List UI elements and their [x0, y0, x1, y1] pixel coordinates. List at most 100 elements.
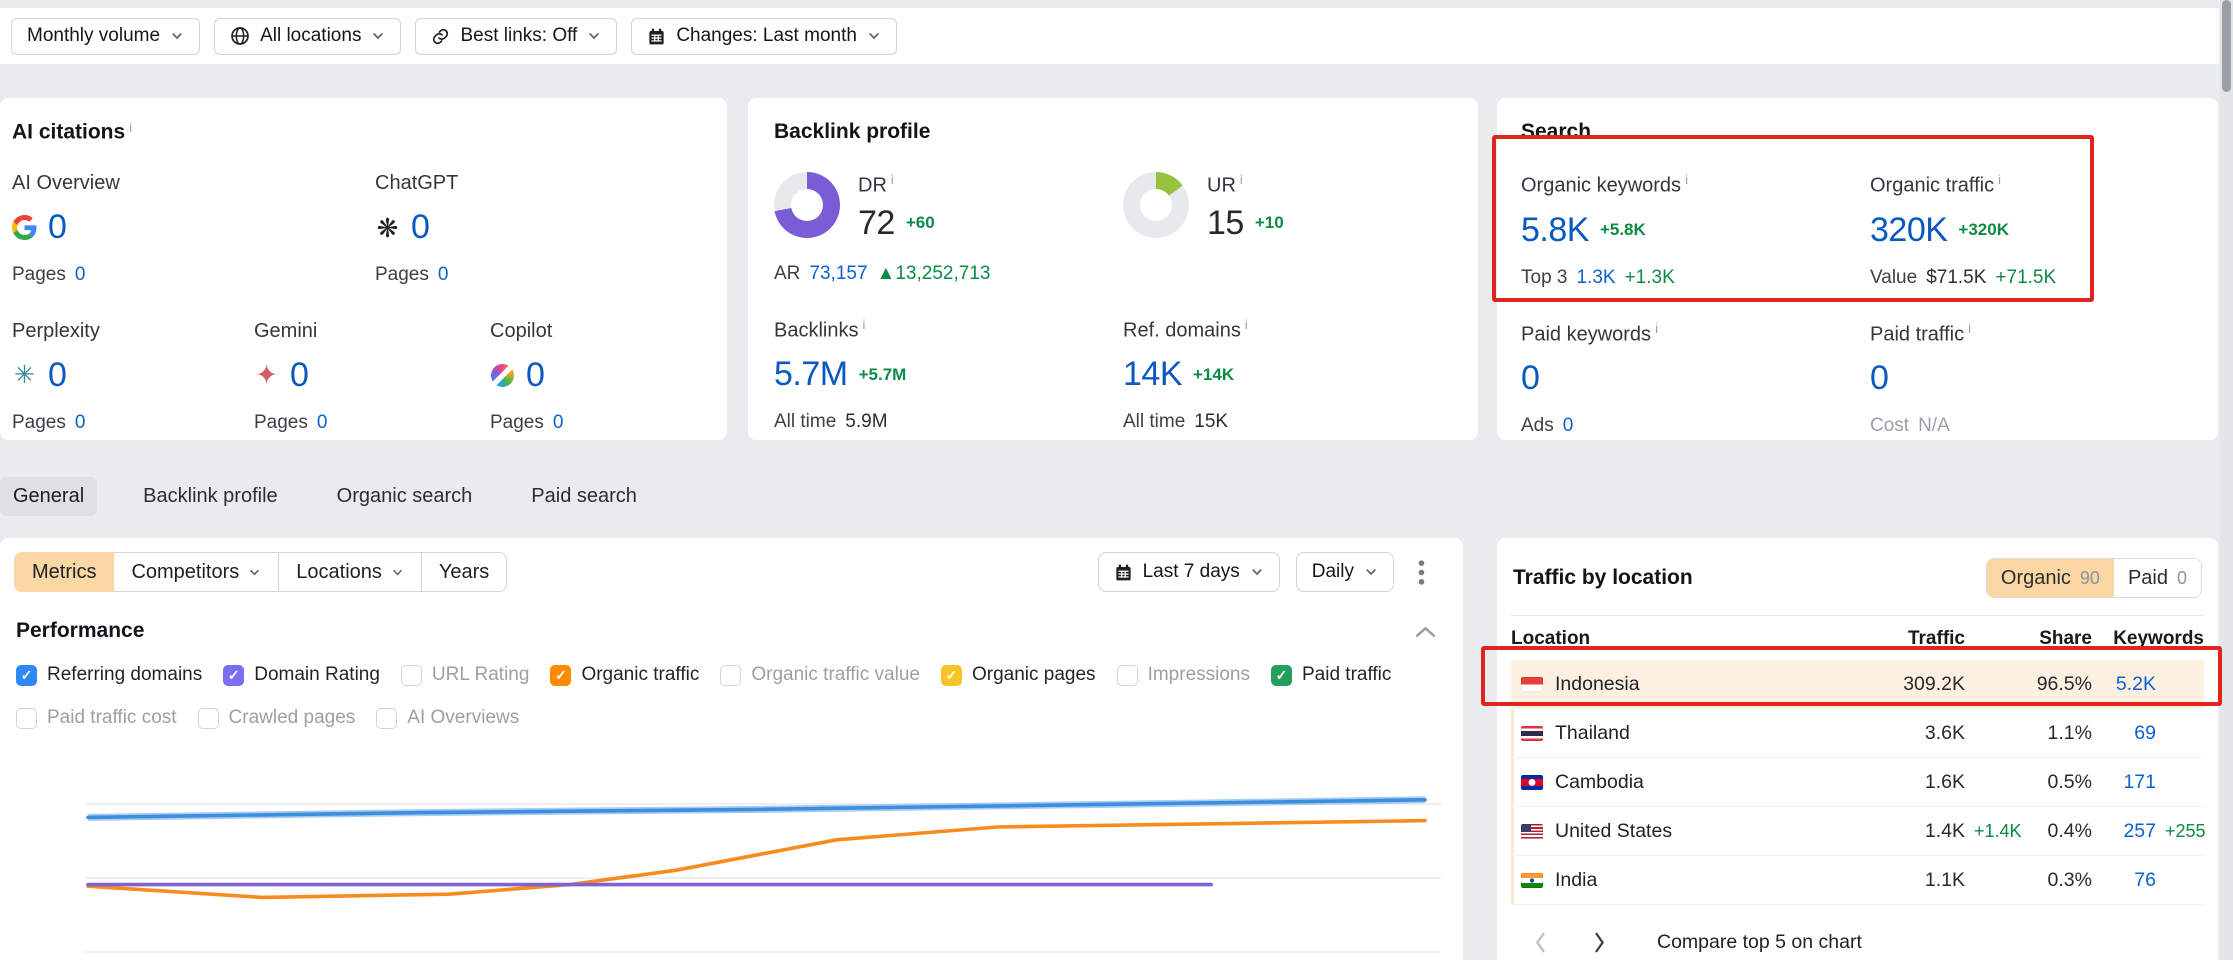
filter-toolbar: Monthly volume All locations Best links:…: [0, 8, 2219, 64]
table-row-th[interactable]: Thailand3.6K1.1%69: [1511, 709, 2204, 758]
tab-organic-search[interactable]: Organic search: [324, 477, 486, 516]
column-keywords[interactable]: Keywords: [2092, 628, 2204, 650]
metric-checkbox-url-rating[interactable]: URL Rating: [401, 664, 530, 686]
table-row-us[interactable]: United States1.4K+1.4K0.4%257+255: [1511, 807, 2204, 856]
table-row-in[interactable]: India1.1K0.3%76: [1511, 856, 2204, 905]
ar-value[interactable]: 73,157: [809, 263, 867, 285]
organic-traffic-block: Organic traffic 320K +320K Value $71.5K …: [1870, 172, 2194, 289]
metric-checkbox-referring-domains[interactable]: ✓Referring domains: [16, 664, 202, 686]
chatgpt-icon: ❋: [375, 215, 400, 240]
checkbox-icon: [720, 665, 741, 686]
metric-checkbox-domain-rating[interactable]: ✓Domain Rating: [223, 664, 380, 686]
share-value: 0.4%: [2025, 820, 2092, 843]
pages-link[interactable]: 0: [553, 412, 564, 434]
table-row-kh[interactable]: Cambodia1.6K0.5%171: [1511, 758, 2204, 807]
keywords-link[interactable]: 5.2K: [2092, 673, 2156, 696]
segment-metrics[interactable]: Metrics: [14, 552, 114, 592]
filter-label: All locations: [260, 25, 361, 47]
ads-link[interactable]: 0: [1563, 415, 1574, 437]
segment-locations[interactable]: Locations: [278, 552, 422, 592]
backlinks-value: 5.7M: [774, 355, 848, 394]
more-options-button[interactable]: [1410, 555, 1433, 590]
metric-checkbox-organic-pages[interactable]: ✓Organic pages: [941, 664, 1096, 686]
checkbox-icon: [401, 665, 422, 686]
pages-link[interactable]: 0: [75, 264, 86, 286]
ai-citations-row2: Perplexity ✳ 0 Pages0 Gemini ✦ 0 Pages0: [12, 320, 717, 434]
granularity-label: Daily: [1312, 561, 1354, 583]
pages-link[interactable]: 0: [438, 264, 449, 286]
chevron-down-icon: [1250, 565, 1264, 579]
checkbox-icon: [16, 708, 37, 729]
calendar-icon: [647, 27, 666, 46]
info-icon[interactable]: [1998, 172, 2001, 187]
organic-row: Organic keywords 5.8K +5.8K Top 3 1.3K +…: [1521, 172, 2194, 289]
paid-keywords-block: Paid keywords 0 Ads 0: [1521, 321, 1870, 438]
traffic-table: Location Traffic Share Keywords Indonesi…: [1511, 618, 2204, 905]
metric-value: 0: [290, 356, 308, 395]
info-icon[interactable]: [1245, 317, 1248, 332]
keywords-link[interactable]: 171: [2092, 771, 2156, 794]
column-share[interactable]: Share: [2025, 628, 2092, 650]
info-icon[interactable]: [862, 317, 865, 332]
top3-link[interactable]: 1.3K: [1576, 267, 1615, 289]
tab-general[interactable]: General: [0, 477, 97, 516]
info-icon[interactable]: [1655, 321, 1658, 336]
scrollbar-thumb[interactable]: [2222, 0, 2231, 92]
info-icon[interactable]: [891, 172, 894, 187]
info-icon[interactable]: [129, 120, 132, 135]
pages-link[interactable]: 0: [317, 412, 328, 434]
next-page-button[interactable]: [1583, 927, 1617, 958]
metric-checkbox-crawled-pages[interactable]: Crawled pages: [198, 707, 356, 729]
metric-gemini: Gemini ✦ 0 Pages0: [254, 320, 490, 434]
metric-value: 0: [411, 208, 429, 247]
date-range-picker[interactable]: Last 7 days: [1098, 552, 1280, 592]
metric-checkbox-impressions[interactable]: Impressions: [1117, 664, 1250, 686]
location-name: Cambodia: [1555, 771, 1644, 794]
prev-page-button[interactable]: [1523, 927, 1557, 958]
pages-link[interactable]: 0: [75, 412, 86, 434]
filter-changes[interactable]: Changes: Last month: [631, 18, 897, 55]
segment-years[interactable]: Years: [421, 552, 507, 592]
compare-top5-link[interactable]: Compare top 5 on chart: [1657, 931, 1862, 954]
backlinks-block: Backlinks 5.7M +5.7M All time5.9M: [774, 317, 1123, 434]
share-value: 96.5%: [2025, 673, 2092, 696]
keywords-link[interactable]: 257: [2092, 820, 2156, 843]
ref-domains-delta: +14K: [1193, 365, 1234, 385]
metric-checkbox-organic-traffic[interactable]: ✓Organic traffic: [550, 664, 699, 686]
filter-best-links[interactable]: Best links: Off: [415, 18, 617, 55]
metric-checkbox-paid-traffic[interactable]: ✓Paid traffic: [1271, 664, 1391, 686]
granularity-picker[interactable]: Daily: [1296, 552, 1394, 592]
metric-checkbox-organic-traffic-value[interactable]: Organic traffic value: [720, 664, 920, 686]
metric-value: 0: [48, 208, 66, 247]
tab-backlink-profile[interactable]: Backlink profile: [130, 477, 291, 516]
metric-label: AI Overview: [12, 172, 375, 195]
column-traffic[interactable]: Traffic: [1825, 628, 1965, 650]
metric-checkbox-paid-traffic-cost[interactable]: Paid traffic cost: [16, 707, 177, 729]
card-title: Backlink profile: [774, 120, 1452, 144]
filter-all-locations[interactable]: All locations: [214, 18, 401, 55]
sub-label: Value: [1870, 267, 1917, 289]
paid-count: 0: [2177, 568, 2187, 589]
metric-label: Organic keywords: [1521, 175, 1681, 197]
vertical-scrollbar[interactable]: [2220, 0, 2233, 960]
toggle-paid[interactable]: Paid 0: [2114, 559, 2201, 597]
segment-competitors[interactable]: Competitors: [113, 552, 279, 592]
metric-checkbox-ai-overviews[interactable]: AI Overviews: [376, 707, 519, 729]
keywords-link[interactable]: 69: [2092, 722, 2156, 745]
toggle-organic[interactable]: Organic 90: [1987, 559, 2114, 597]
filter-monthly-volume[interactable]: Monthly volume: [11, 18, 200, 55]
traffic-by-location-panel: Traffic by location Organic 90 Paid 0 Lo…: [1497, 538, 2218, 960]
tab-paid-search[interactable]: Paid search: [518, 477, 650, 516]
table-row-id[interactable]: Indonesia309.2K96.5%5.2K: [1511, 660, 2204, 709]
keywords-link[interactable]: 76: [2092, 869, 2156, 892]
info-icon[interactable]: [1685, 172, 1688, 187]
info-icon[interactable]: [1968, 321, 1971, 336]
backlink-profile-card: Backlink profile DR 72 +60: [748, 98, 1478, 440]
metric-copilot: Copilot 0 Pages0: [490, 320, 717, 434]
traffic-delta: +1.4K: [1965, 821, 2025, 842]
share-value: 0.3%: [2025, 869, 2092, 892]
info-icon[interactable]: [1240, 172, 1243, 187]
metric-value: 0: [48, 356, 66, 395]
collapse-section-button[interactable]: [1414, 624, 1437, 639]
column-location[interactable]: Location: [1511, 628, 1825, 650]
